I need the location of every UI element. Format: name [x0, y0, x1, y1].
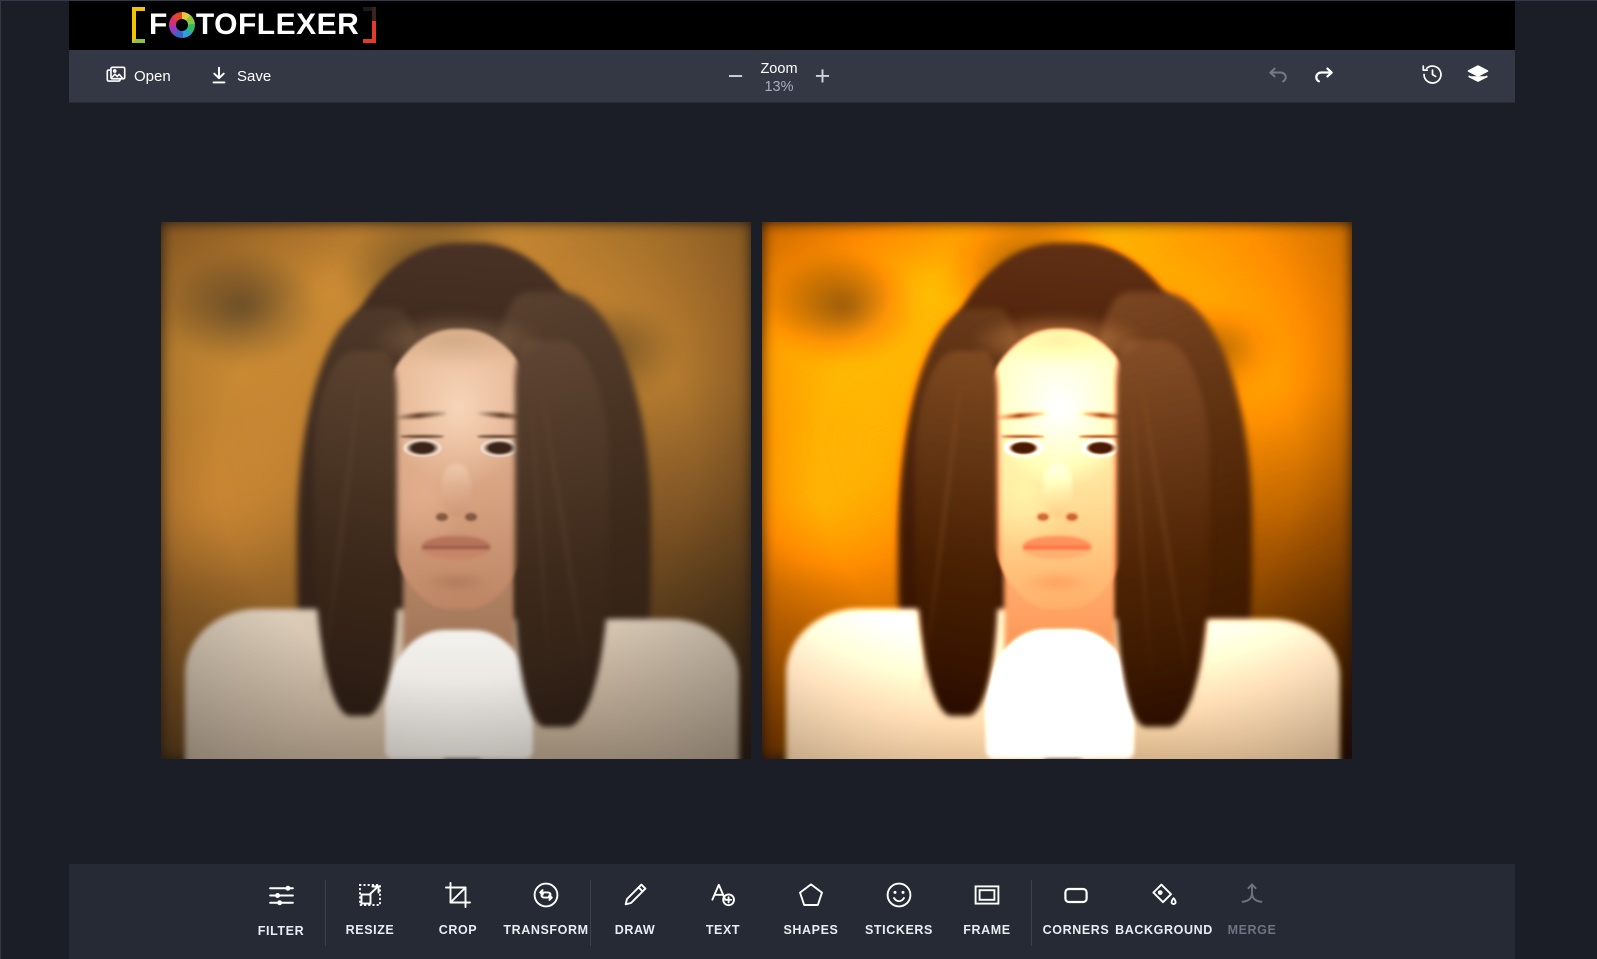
tool-text[interactable]: TEXT [679, 880, 767, 937]
tool-draw[interactable]: DRAW [591, 880, 679, 937]
tool-transform-label: TRANSFORM [503, 923, 589, 937]
smiley-icon [884, 880, 914, 910]
open-button-label: Open [134, 67, 171, 85]
tool-shapes[interactable]: SHAPES [767, 880, 855, 937]
history-clock-icon [1420, 62, 1445, 92]
tool-merge-label: MERGE [1227, 923, 1277, 937]
logo-wordmark: F TOFLEXER [145, 10, 363, 40]
tool-transform[interactable]: TRANSFORM [502, 880, 590, 937]
undo-arrow-icon [1265, 62, 1291, 93]
save-button-label: Save [237, 67, 272, 85]
fotoflexer-logo: F TOFLEXER [132, 5, 377, 45]
layers-icon [1465, 62, 1491, 93]
editor-canvas[interactable] [69, 103, 1515, 863]
tool-resize-label: RESIZE [345, 923, 395, 937]
tool-merge[interactable]: MERGE [1208, 880, 1296, 937]
tool-text-label: TEXT [705, 923, 741, 937]
tool-frame[interactable]: FRAME [943, 880, 1031, 937]
undo-button[interactable] [1255, 58, 1301, 96]
logo-bar: F TOFLEXER [69, 1, 1515, 50]
top-toolbar: Open Save − Zoom 13% + [69, 50, 1515, 103]
tool-group-adjust: FILTER [237, 880, 325, 950]
page-root: F TOFLEXER Open Save − Zoom 13% + FILTER… [0, 0, 1597, 959]
tool-frame-label: FRAME [963, 923, 1011, 937]
zoom-value: 13% [764, 79, 794, 95]
pentagon-icon [796, 880, 826, 910]
zoom-control: − Zoom 13% + [689, 56, 869, 100]
tool-corners-label: CORNERS [1042, 923, 1110, 937]
fotoflexer-app: F TOFLEXER Open Save − Zoom 13% + FILTER… [69, 1, 1515, 959]
portrait-render-edited [762, 222, 1352, 759]
tool-shapes-label: SHAPES [783, 923, 839, 937]
logo-letter-f: F [149, 8, 168, 41]
photos-stack-icon [105, 65, 127, 87]
tool-filter[interactable]: FILTER [237, 880, 325, 938]
zoom-label: Zoom [760, 60, 798, 77]
logo-bracket-right-icon [363, 7, 377, 43]
rounded-rect-icon [1061, 880, 1091, 910]
tool-crop[interactable]: CROP [414, 880, 502, 937]
tool-corners[interactable]: CORNERS [1032, 880, 1120, 937]
tool-group-finish: CORNERS BACKGROUND MERGE [1032, 880, 1296, 950]
tool-background-label: BACKGROUND [1115, 923, 1213, 937]
tool-group-geometry: RESIZE CROP TRANSFORM [326, 880, 590, 950]
zoom-out-button[interactable]: − [724, 62, 746, 94]
download-icon [208, 65, 230, 87]
tool-stickers-label: STICKERS [864, 923, 933, 937]
layers-button[interactable] [1455, 58, 1501, 96]
save-button[interactable]: Save [208, 61, 271, 91]
zoom-readout: Zoom 13% [760, 60, 797, 96]
bottom-toolbar: FILTER RESIZE CROP TRANSFORM DRAW TEXT S… [69, 864, 1515, 959]
image-original[interactable] [161, 222, 751, 759]
tool-draw-label: DRAW [614, 923, 656, 937]
logo-bracket-left-icon [132, 7, 145, 43]
tool-filter-label: FILTER [257, 924, 305, 938]
tool-crop-label: CROP [438, 923, 478, 937]
portrait-render-original [161, 222, 751, 759]
logo-letters-tail: TOFLEXER [195, 8, 360, 41]
sliders-icon [266, 880, 297, 911]
tool-group-create: DRAW TEXT SHAPES STICKERS FRAME [591, 880, 1031, 950]
image-edited[interactable] [762, 222, 1352, 759]
transform-icon [531, 880, 561, 910]
open-button[interactable]: Open [105, 61, 171, 91]
resize-icon [355, 880, 385, 910]
frame-icon [972, 880, 1002, 910]
paint-bucket-icon [1149, 880, 1179, 910]
redo-button[interactable] [1301, 58, 1347, 96]
aperture-icon [168, 12, 195, 38]
toolbar-right-actions [1255, 58, 1501, 96]
add-text-icon [708, 880, 738, 910]
tool-stickers[interactable]: STICKERS [855, 880, 943, 937]
redo-arrow-icon [1311, 62, 1337, 93]
history-button[interactable] [1409, 58, 1455, 96]
tool-background[interactable]: BACKGROUND [1115, 880, 1212, 937]
pencil-icon [620, 880, 650, 910]
tool-resize[interactable]: RESIZE [326, 880, 414, 937]
zoom-in-button[interactable]: + [812, 62, 834, 94]
merge-arrow-icon [1237, 880, 1267, 910]
crop-icon [443, 880, 473, 910]
